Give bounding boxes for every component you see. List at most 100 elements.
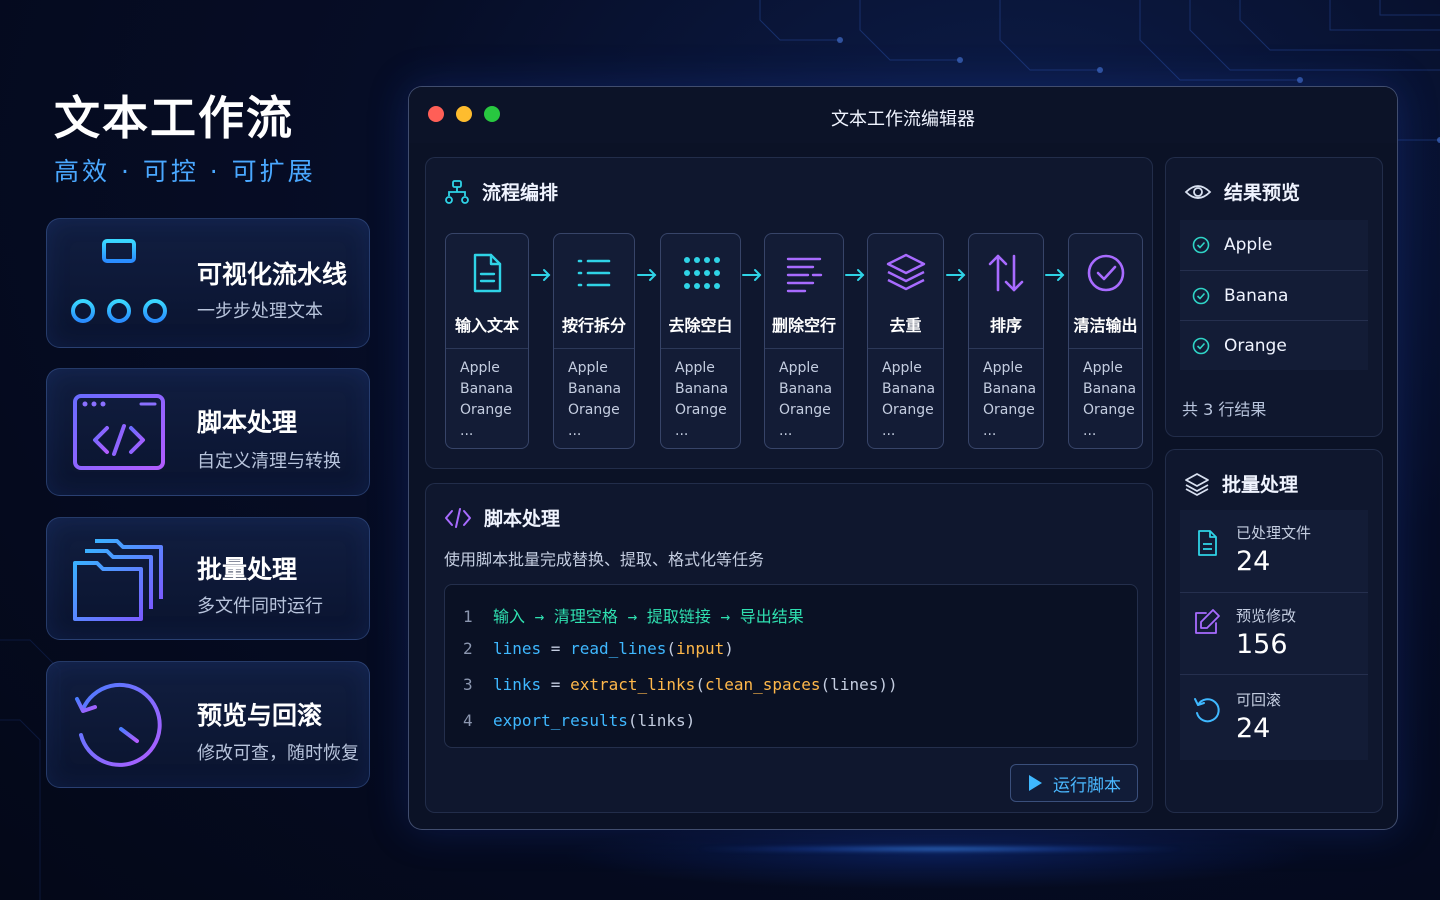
script-header-label: 脚本处理	[484, 508, 561, 530]
node-sample-item: Apple	[460, 360, 500, 376]
pipeline-node-input[interactable]: 输入文本 Apple Banana Orange ...	[445, 233, 529, 449]
list-icon	[577, 259, 611, 287]
node-sample-item: Orange	[983, 402, 1035, 418]
code-token: (lines))	[820, 675, 898, 694]
stat-preview-changes: 预览修改 156	[1180, 592, 1368, 674]
node-sample-list: Apple Banana Orange ...	[1083, 358, 1136, 442]
line-number: 2	[463, 639, 473, 658]
pipeline-node-split[interactable]: 按行拆分 Apple Banana Orange ...	[553, 233, 635, 449]
code-token: 导出结果	[739, 607, 804, 626]
node-sample-item: ...	[1083, 423, 1097, 439]
stack-icon	[1185, 472, 1209, 496]
pipeline-node-dedupe[interactable]: 去重 Apple Banana Orange ...	[867, 233, 944, 449]
window-title: 文本工作流编辑器	[831, 109, 975, 130]
pipeline-node-clean-output[interactable]: 清洁输出 Apple Banana Orange ...	[1068, 233, 1143, 449]
dots-grid-icon	[683, 257, 720, 289]
run-script-button[interactable]: 运行脚本	[1010, 764, 1138, 802]
node-sample-item: Orange	[882, 402, 934, 418]
code-token: →	[525, 607, 554, 626]
feature-card-batch[interactable]: 批量处理 多文件同时运行	[46, 517, 370, 640]
code-token: read_lines	[570, 639, 667, 658]
feature-card-script[interactable]: 脚本处理 自定义清理与转换	[46, 368, 370, 496]
preview-header: 结果预览	[1184, 178, 1300, 205]
result-item[interactable]: Orange	[1180, 320, 1368, 370]
result-item[interactable]: Banana	[1180, 270, 1368, 320]
node-sample-item: Apple	[1083, 360, 1123, 376]
file-icon	[1198, 530, 1217, 556]
pipeline-node-sort[interactable]: 排序 Apple Banana Orange ...	[968, 233, 1044, 449]
node-label: 删除空行	[771, 316, 836, 335]
node-sample-item: ...	[568, 423, 582, 439]
batch-header-label: 批量处理	[1222, 474, 1299, 496]
node-sample-item: ...	[779, 423, 793, 439]
flow-arrow-icon	[1045, 269, 1065, 281]
result-text: Apple	[1224, 235, 1273, 255]
flow-arrow-icon	[531, 269, 551, 281]
node-sample-item: Orange	[779, 402, 831, 418]
code-editor[interactable]: 1 输入 → 清理空格 → 提取链接 → 导出结果 2 lines = read_l…	[444, 584, 1138, 748]
node-sample-item: Orange	[568, 402, 620, 418]
pipeline-header-label: 流程编排	[482, 182, 559, 204]
code-line: 2 lines = read_lines(input)	[463, 639, 734, 658]
pipeline-node-remove-empty[interactable]: 删除空行 Apple Banana Orange ...	[764, 233, 844, 449]
result-summary: 共 3 行结果	[1182, 400, 1267, 419]
lines-remove-icon	[786, 257, 823, 293]
code-line: 1 输入 → 清理空格 → 提取链接 → 导出结果	[463, 603, 804, 627]
node-sample-list: Apple Banana Orange ...	[983, 358, 1036, 442]
batch-panel: 批量处理 已处理文件 24 预览修改 156 可回滚 24	[1165, 449, 1383, 813]
code-token: =	[541, 675, 571, 694]
feature-desc: 自定义清理与转换	[197, 451, 341, 472]
hero-title: 文本工作流	[54, 91, 294, 145]
undo-icon	[1194, 698, 1220, 723]
code-token: 提取链接	[646, 607, 711, 626]
play-icon	[1029, 775, 1042, 791]
check-icon	[1192, 287, 1210, 304]
node-sample-item: Banana	[568, 381, 622, 397]
node-sample-item: ...	[675, 423, 689, 439]
node-divider	[661, 348, 740, 349]
check-icon	[1192, 337, 1210, 354]
batch-header: 批量处理	[1184, 470, 1298, 497]
node-sample-list: Apple Banana Orange ...	[675, 358, 728, 442]
stat-label: 预览修改	[1236, 607, 1297, 625]
document-icon	[473, 253, 502, 293]
node-divider	[554, 348, 634, 349]
sort-arrows-icon	[988, 254, 1024, 292]
node-label: 去除空白	[668, 316, 733, 335]
node-sample-list: Apple Banana Orange ...	[779, 358, 832, 442]
result-item[interactable]: Apple	[1180, 220, 1368, 270]
edit-icon	[1195, 609, 1220, 634]
check-circle-icon	[1087, 254, 1124, 292]
code-token: →	[617, 607, 647, 626]
node-sample-item: Apple	[882, 360, 922, 376]
stat-label: 已处理文件	[1236, 524, 1312, 542]
node-sample-item: ...	[983, 423, 997, 439]
pipeline-tree-icon	[71, 239, 167, 323]
node-sample-item: Orange	[675, 402, 727, 418]
feature-card-rollback[interactable]: 预览与回滚 修改可查，随时恢复	[46, 661, 370, 788]
pipeline-header: 流程编排	[444, 178, 558, 205]
layers-icon	[886, 253, 925, 291]
history-clock-icon	[75, 682, 162, 767]
node-sample-list: Apple Banana Orange ...	[882, 358, 935, 442]
window-titlebar: 文本工作流编辑器	[409, 87, 1397, 143]
feature-title: 批量处理	[197, 555, 298, 584]
stat-processed-files: 已处理文件 24	[1180, 510, 1368, 592]
code-token: export_results	[493, 711, 628, 730]
code-token: =	[541, 639, 571, 658]
script-description: 使用脚本批量完成替换、提取、格式化等任务	[444, 550, 765, 569]
feature-card-pipeline[interactable]: 可视化流水线 一步步处理文本	[46, 218, 370, 348]
node-label: 按行拆分	[561, 316, 626, 335]
node-label: 去重	[889, 316, 922, 335]
script-panel: 脚本处理 使用脚本批量完成替换、提取、格式化等任务 1 输入 → 清理空格 → 提…	[425, 483, 1153, 813]
code-token: input	[676, 639, 725, 658]
feature-desc: 多文件同时运行	[197, 596, 323, 617]
node-sample-item: ...	[882, 423, 896, 439]
script-header: 脚本处理	[444, 504, 560, 531]
pipeline-node-trim[interactable]: 去除空白 Apple Banana Orange ...	[660, 233, 741, 449]
code-token: →	[710, 607, 740, 626]
code-token: (links)	[627, 711, 696, 730]
node-sample-item: Banana	[983, 381, 1037, 397]
code-icon	[445, 507, 471, 528]
folder-stack-icon	[73, 538, 163, 621]
